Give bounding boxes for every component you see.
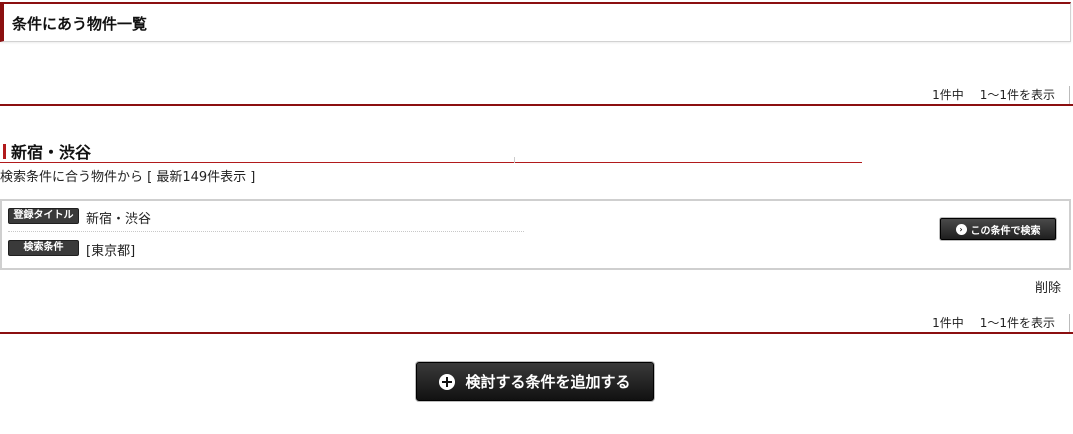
page-title: 条件にあう物件一覧 bbox=[12, 15, 148, 33]
pager-bottom: 1件中 1〜1件を表示 bbox=[932, 314, 1070, 332]
section-title: 新宿・渋谷 bbox=[11, 143, 92, 162]
pager-top: 1件中 1〜1件を表示 bbox=[932, 86, 1070, 104]
divider-top bbox=[0, 104, 1073, 106]
add-button-label: 検討する条件を追加する bbox=[465, 373, 631, 391]
section-header: 新宿・渋谷 bbox=[0, 139, 862, 163]
divider-bottom bbox=[0, 332, 1073, 334]
section-tick bbox=[514, 157, 515, 163]
pager-range: 1〜1件を表示 bbox=[979, 88, 1055, 102]
pager-total: 1件中 bbox=[932, 88, 964, 102]
section-subtext: 検索条件に合う物件から [ 最新149件表示 ] bbox=[0, 170, 256, 185]
search-button-label: この条件で検索 bbox=[970, 225, 1041, 237]
plus-circle-icon bbox=[439, 373, 456, 390]
section-marker bbox=[3, 144, 6, 159]
title-tag: 登録タイトル bbox=[8, 208, 79, 224]
pager-total: 1件中 bbox=[932, 316, 964, 330]
delete-link[interactable]: 削除 bbox=[1035, 277, 1061, 296]
add-condition-button[interactable]: 検討する条件を追加する bbox=[416, 362, 654, 401]
criteria-tag: 検索条件 bbox=[8, 240, 79, 256]
chevron-right-icon: › bbox=[955, 223, 967, 235]
criteria-value: [東京都] bbox=[86, 244, 136, 259]
condition-criteria-row: 検索条件 [東京都] bbox=[8, 238, 524, 264]
page-header: 条件にあう物件一覧 bbox=[0, 2, 1071, 42]
pager-range: 1〜1件を表示 bbox=[979, 316, 1055, 330]
title-value: 新宿・渋谷 bbox=[86, 212, 152, 227]
condition-title-row: 登録タイトル 新宿・渋谷 bbox=[8, 206, 524, 232]
condition-box: 登録タイトル 新宿・渋谷 検索条件 [東京都] › この条件で検索 bbox=[0, 199, 1071, 270]
search-with-condition-button[interactable]: › この条件で検索 bbox=[940, 218, 1056, 240]
